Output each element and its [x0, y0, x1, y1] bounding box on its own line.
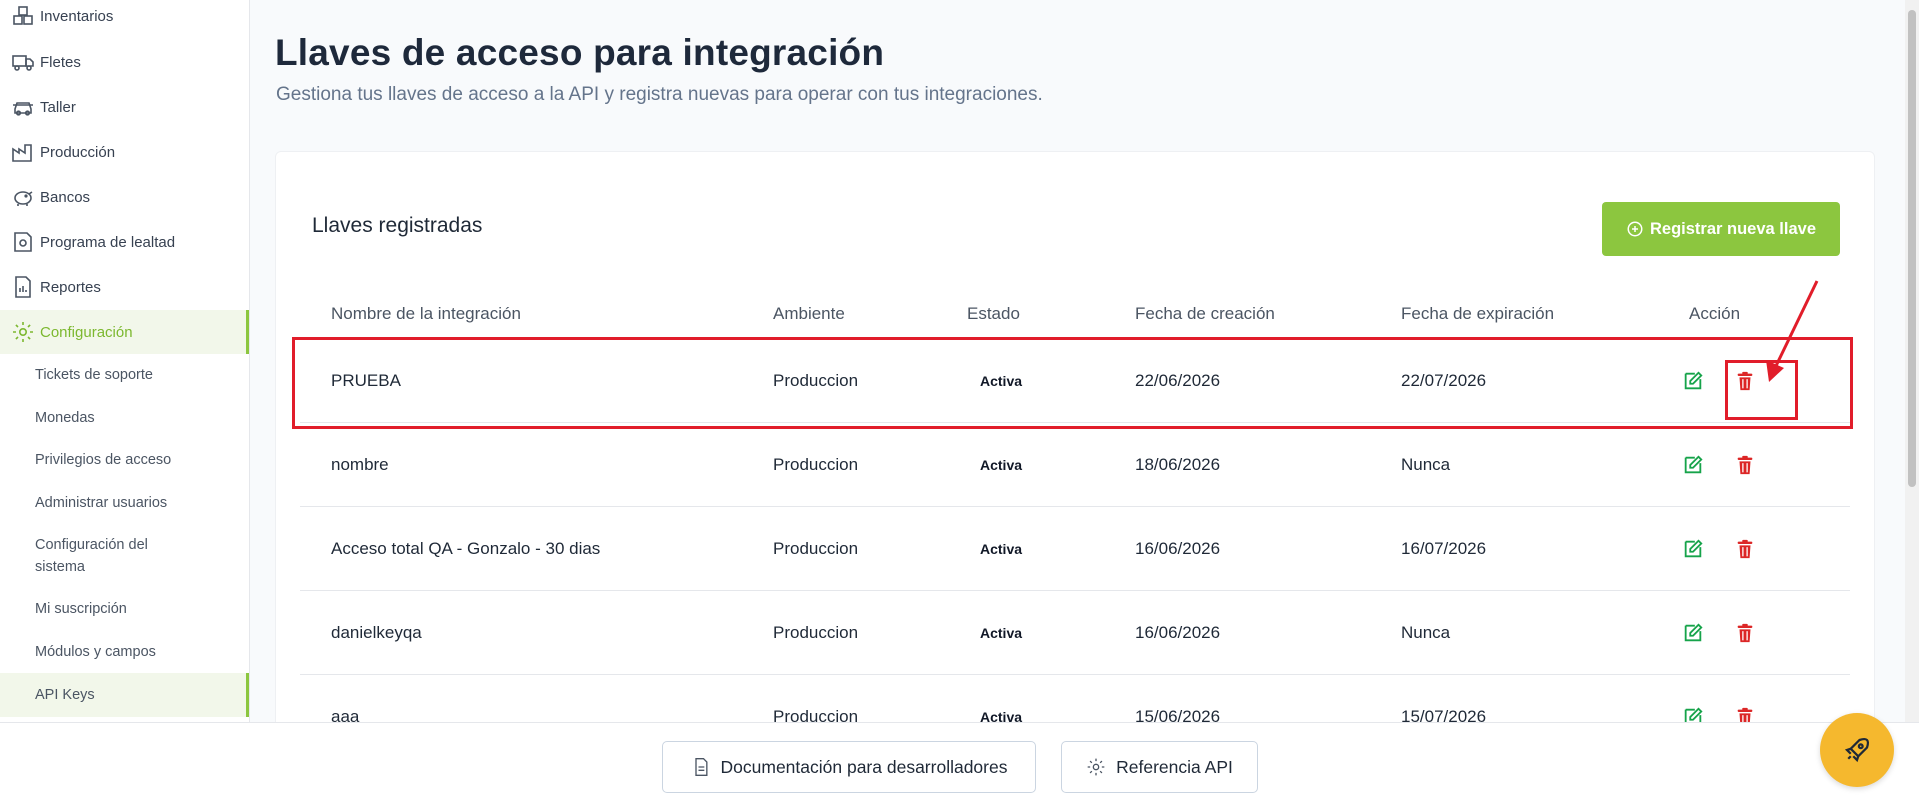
sidebar-item-produccion[interactable]: Producción [0, 130, 249, 174]
page-subtitle: Gestiona tus llaves de acceso a la API y… [276, 84, 1043, 105]
sidebar-item-inventarios[interactable]: Inventarios [0, 0, 249, 38]
register-key-button[interactable]: Registrar nueva llave [1602, 202, 1840, 256]
truck-icon [10, 49, 36, 75]
cell-created: 16/06/2026 [1135, 623, 1221, 642]
cell-created: 18/06/2026 [1135, 455, 1221, 474]
car-icon [10, 94, 36, 120]
sub-item-privilegios[interactable]: Privilegios de acceso [0, 449, 249, 471]
sub-item-modulos[interactable]: Módulos y campos [0, 641, 249, 663]
keys-card: Llaves registradas Registrar nueva llave… [275, 151, 1875, 723]
piggy-bank-icon [10, 184, 36, 210]
trash-icon[interactable] [1731, 451, 1759, 479]
cell-status: Activa [980, 541, 1023, 557]
th-env: Ambiente [773, 304, 845, 323]
register-key-label: Registrar nueva llave [1650, 219, 1816, 238]
cell-name: aaa [331, 707, 360, 723]
sidebar-item-lealtad[interactable]: Programa de lealtad [0, 220, 249, 264]
sidebar-item-label: Inventarios [40, 7, 114, 25]
sidebar-item-configuracion[interactable]: Configuración [0, 310, 249, 354]
table-row: danielkeyqa Produccion Activa 16/06/2026 Nun… [300, 591, 1850, 675]
plus-circle-icon [1627, 221, 1643, 237]
page-title: Llaves de acceso para integración [275, 32, 885, 73]
table-row: Acceso total QA - Gonzalo - 30 dias Produ… [300, 507, 1850, 591]
table-row: nombre Produccion Activa 18/06/2026 Nunca [300, 423, 1850, 507]
edit-icon[interactable] [1679, 703, 1707, 723]
trash-icon[interactable] [1731, 535, 1759, 563]
sidebar-item-taller[interactable]: Taller [0, 85, 249, 129]
api-reference-button[interactable]: Referencia API [1061, 741, 1258, 793]
sidebar-item-reportes[interactable]: Reportes [0, 265, 249, 309]
cell-expires: Nunca [1401, 455, 1451, 474]
sidebar-item-label: Taller [40, 98, 76, 116]
th-expires: Fecha de expiración [1401, 304, 1555, 323]
th-name: Nombre de la integración [331, 304, 521, 323]
sub-item-monedas[interactable]: Monedas [0, 407, 249, 429]
sub-item-api-keys[interactable]: API Keys [0, 673, 249, 717]
cell-expires: 16/07/2026 [1401, 539, 1487, 558]
card-title: Llaves registradas [312, 214, 483, 237]
cell-name: Acceso total QA - Gonzalo - 30 dias [331, 539, 601, 558]
cell-name: danielkeyqa [331, 623, 422, 642]
cell-status: Activa [980, 709, 1023, 723]
sub-item-usuarios[interactable]: Administrar usuarios [0, 492, 249, 514]
sub-item-suscripcion[interactable]: Mi suscripción [0, 598, 249, 620]
highlight-row-box [292, 337, 1853, 429]
table-row: aaa Produccion Activa 15/06/2026 15/07/2026 [300, 675, 1850, 723]
cell-env: Produccion [773, 455, 859, 474]
cell-env: Produccion [773, 707, 859, 723]
trash-icon[interactable] [1731, 703, 1759, 723]
sub-item-config-sistema[interactable]: Configuración del sistema [0, 533, 249, 579]
boxes-icon [10, 3, 36, 29]
rocket-help-button[interactable] [1820, 713, 1894, 787]
sidebar-item-label: Programa de lealtad [40, 233, 176, 251]
rocket-icon [1844, 737, 1870, 763]
sidebar-item-label: Reportes [40, 278, 101, 296]
cell-expires: 15/07/2026 [1401, 707, 1487, 723]
sidebar: Inventarios Fletes Taller Producción Ban… [0, 0, 250, 723]
cell-status: Activa [980, 625, 1023, 641]
edit-icon[interactable] [1679, 535, 1707, 563]
gear-icon [10, 319, 36, 345]
api-button-label: Referencia API [1116, 756, 1233, 777]
cell-created: 16/06/2026 [1135, 539, 1221, 558]
cell-created: 15/06/2026 [1135, 707, 1221, 723]
footer: Documentación para desarrolladores Refer… [0, 722, 1919, 812]
document-icon [694, 758, 708, 776]
sidebar-item-fletes[interactable]: Fletes [0, 40, 249, 84]
sidebar-item-label: Bancos [40, 188, 91, 206]
th-status: Estado [967, 304, 1020, 323]
sidebar-item-label: Fletes [40, 53, 81, 71]
loyalty-icon [10, 229, 36, 255]
edit-icon[interactable] [1679, 619, 1707, 647]
edit-icon[interactable] [1679, 451, 1707, 479]
scrollbar[interactable] [1905, 0, 1919, 723]
sub-item-tickets[interactable]: Tickets de soporte [0, 364, 249, 386]
th-action: Acción [1689, 304, 1741, 323]
docs-button-label: Documentación para desarrolladores [720, 756, 1008, 777]
gear-icon [1087, 758, 1105, 776]
sidebar-item-bancos[interactable]: Bancos [0, 175, 249, 219]
cell-name: nombre [331, 455, 389, 474]
docs-button[interactable]: Documentación para desarrolladores [662, 741, 1036, 793]
report-icon [10, 274, 36, 300]
cell-status: Activa [980, 457, 1023, 473]
highlight-delete-box [1725, 360, 1798, 420]
cell-env: Produccion [773, 623, 859, 642]
trash-icon[interactable] [1731, 619, 1759, 647]
sidebar-item-label: Configuración [40, 323, 133, 341]
cell-env: Produccion [773, 539, 859, 558]
th-created: Fecha de creación [1135, 304, 1275, 323]
cell-expires: Nunca [1401, 623, 1451, 642]
scroll-thumb[interactable] [1908, 10, 1916, 487]
sidebar-item-label: Producción [40, 143, 116, 161]
factory-icon [10, 139, 36, 165]
